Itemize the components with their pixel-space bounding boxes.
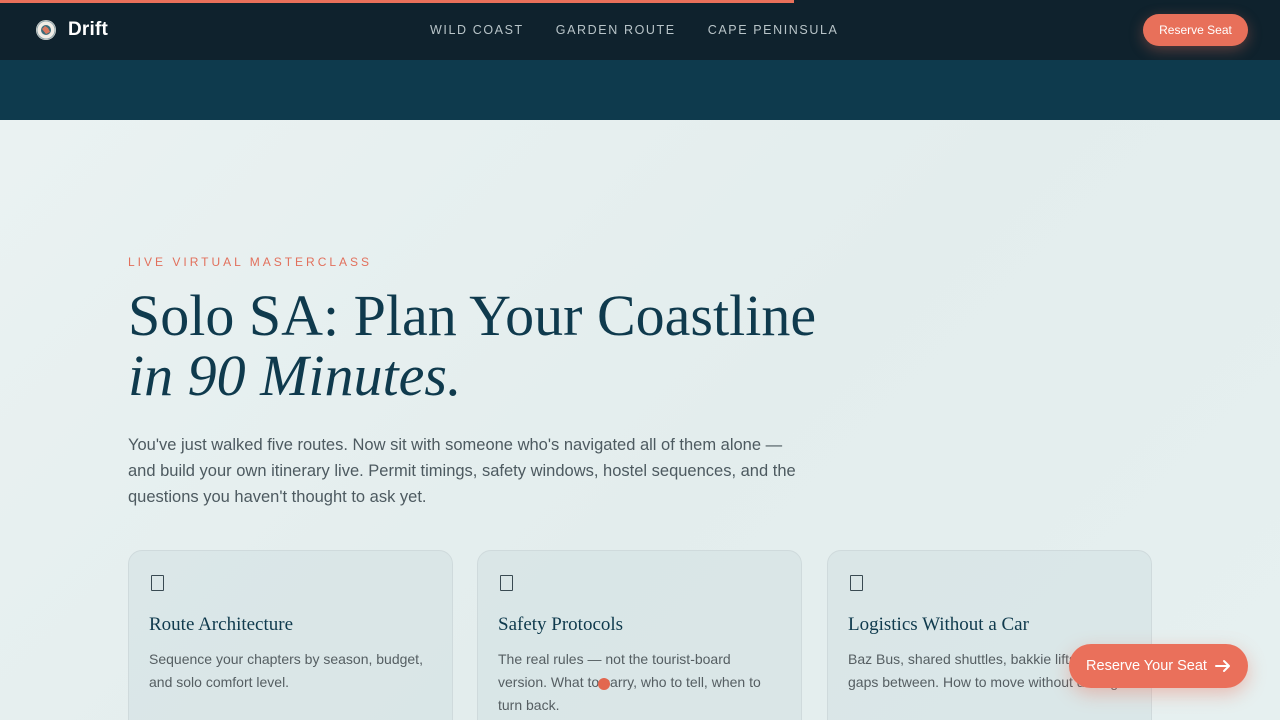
reserve-seat-button[interactable]: Reserve Seat: [1143, 14, 1248, 46]
nav-links: WILD COAST GARDEN ROUTE CAPE PENINSULA: [430, 23, 838, 37]
hero-title: Solo SA: Plan Your Coastline in 90 Minut…: [128, 286, 1028, 406]
card-title: Safety Protocols: [498, 614, 624, 635]
scroll-progress-bar: [0, 0, 794, 3]
document-icon: [151, 575, 164, 591]
document-icon: [850, 575, 863, 591]
top-nav: Drift WILD COAST GARDEN ROUTE CAPE PENIN…: [0, 0, 1280, 60]
feature-card-logistics: Logistics Without a Car Baz Bus, shared …: [827, 550, 1152, 720]
header-band: [0, 60, 1280, 120]
hero-title-line1: Solo SA: Plan Your Coastline: [128, 283, 817, 348]
nav-link-wild-coast[interactable]: WILD COAST: [430, 23, 524, 37]
hero-lead: You've just walked five routes. Now sit …: [128, 436, 796, 506]
arrow-right-icon: [1214, 659, 1231, 673]
feature-card-route-architecture: Route Architecture Sequence your chapter…: [128, 550, 453, 720]
cursor-dot: [598, 678, 610, 690]
nav-link-garden-route[interactable]: GARDEN ROUTE: [556, 23, 676, 37]
reserve-your-seat-label: Reserve Your Seat: [1086, 658, 1207, 674]
hero-title-line2: in 90 Minutes.: [128, 343, 462, 408]
card-body: Sequence your chapters by season, budget…: [149, 651, 423, 690]
card-title: Route Architecture: [149, 614, 294, 635]
feature-card-safety-protocols: Safety Protocols The real rules — not th…: [477, 550, 802, 720]
card-body: The real rules — not the tourist-board v…: [498, 651, 761, 713]
brand[interactable]: Drift: [36, 19, 108, 41]
card-title: Logistics Without a Car: [848, 614, 1029, 635]
globe-logo-icon: [36, 20, 56, 40]
hero-eyebrow: LIVE VIRTUAL MASTERCLASS: [128, 255, 373, 269]
brand-name: Drift: [68, 19, 109, 40]
document-icon: [500, 575, 513, 591]
reserve-your-seat-button[interactable]: Reserve Your Seat: [1069, 644, 1248, 688]
nav-link-cape-peninsula[interactable]: CAPE PENINSULA: [708, 23, 839, 37]
